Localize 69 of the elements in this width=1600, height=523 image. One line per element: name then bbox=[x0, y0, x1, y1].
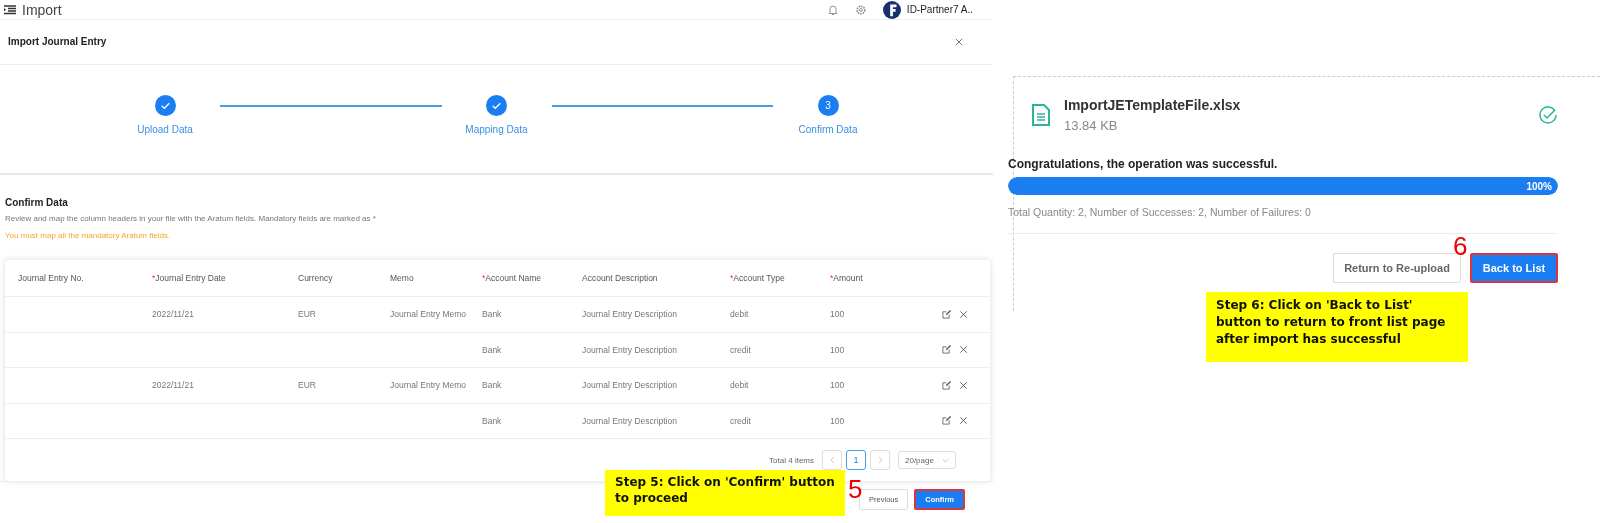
table-cell: debit bbox=[730, 380, 749, 391]
table-cell: 100 bbox=[830, 344, 845, 355]
column-header: Memo bbox=[390, 273, 415, 284]
edit-icon[interactable] bbox=[942, 380, 951, 390]
chevron-right-icon bbox=[877, 456, 883, 465]
table-cell: credit bbox=[730, 344, 751, 355]
step-label: Upload Data bbox=[137, 123, 193, 135]
section-description: Review and map the column headers in your file with the Aratum fields. Mandatory fields are marked as * bbox=[5, 214, 377, 224]
table-cell: Journal Entry Description bbox=[582, 380, 677, 391]
edit-icon[interactable] bbox=[942, 345, 951, 355]
chevron-down-icon bbox=[942, 457, 949, 463]
step-label: Confirm Data bbox=[798, 123, 858, 135]
edit-icon[interactable] bbox=[942, 416, 951, 426]
app-title: Import bbox=[22, 1, 62, 18]
table-cell: 2022/11/21 bbox=[152, 309, 194, 320]
table-cell: Journal Entry Memo bbox=[390, 309, 467, 320]
file-size: 13.84 KB bbox=[1064, 118, 1119, 133]
table-cell: Journal Entry Memo bbox=[390, 380, 467, 391]
table-cell: Bank bbox=[482, 309, 502, 320]
menu-icon[interactable] bbox=[4, 4, 16, 15]
table-cell: Journal Entry Description bbox=[582, 415, 677, 426]
table-cell: Journal Entry Description bbox=[582, 344, 677, 355]
table-cell: EUR bbox=[298, 380, 316, 391]
page-size-select[interactable]: 20/page bbox=[898, 451, 956, 470]
table-cell: 2022/11/21 bbox=[152, 380, 194, 391]
column-header: *Account Type bbox=[730, 273, 786, 284]
step-label: Mapping Data bbox=[465, 123, 528, 135]
step-number: 3 bbox=[817, 94, 839, 116]
success-message: Congratulations, the operation was successful. bbox=[1008, 157, 1279, 171]
delete-icon[interactable] bbox=[959, 345, 968, 355]
table-cell: 100 bbox=[830, 380, 845, 391]
table-cell: credit bbox=[730, 415, 751, 426]
table-cell: Bank bbox=[482, 380, 502, 391]
settings-icon[interactable] bbox=[854, 3, 867, 16]
file-name: ImportJETemplateFile.xlsx bbox=[1064, 97, 1241, 113]
table-cell: Bank bbox=[482, 344, 502, 355]
column-header: *Amount bbox=[830, 273, 864, 284]
delete-icon[interactable] bbox=[959, 416, 968, 426]
delete-icon[interactable] bbox=[959, 309, 968, 319]
page-button[interactable]: 1 bbox=[846, 450, 866, 471]
callout-note: Step 6: Click on 'Back to List' button to return to front list page after import has successful bbox=[1206, 292, 1468, 362]
table-cell: EUR bbox=[298, 309, 316, 320]
user-name[interactable]: ID-Partner7 A.. bbox=[906, 4, 973, 16]
chevron-left-icon bbox=[829, 456, 835, 465]
close-icon[interactable] bbox=[955, 37, 963, 46]
total-items: Total 4 items bbox=[769, 455, 814, 465]
table-cell: 100 bbox=[830, 309, 845, 320]
document-icon bbox=[1032, 103, 1050, 127]
bell-icon[interactable] bbox=[826, 3, 839, 16]
column-header: *Account Name bbox=[482, 273, 543, 284]
delete-icon[interactable] bbox=[959, 380, 968, 390]
progress-percent: 100% bbox=[1526, 180, 1553, 192]
table-cell: Bank bbox=[482, 415, 502, 426]
warning-text: You must map all the mandatory Aratum fields. bbox=[5, 231, 172, 241]
edit-icon[interactable] bbox=[942, 309, 951, 319]
callout-note: Step 5: Click on 'Confirm' button to proceed bbox=[605, 470, 845, 516]
success-check-icon bbox=[1538, 105, 1558, 125]
avatar-icon[interactable] bbox=[882, 0, 901, 19]
table-cell: 100 bbox=[830, 415, 845, 426]
import-summary: Total Quantity: 2, Number of Successes: 2, Number of Failures: 0 bbox=[1008, 206, 1312, 218]
column-header: *Journal Entry Date bbox=[152, 273, 227, 284]
table-cell: Journal Entry Description bbox=[582, 309, 677, 320]
column-header: Account Description bbox=[582, 273, 659, 284]
section-title: Confirm Data bbox=[5, 197, 69, 209]
column-header: Journal Entry No. bbox=[18, 273, 85, 284]
dialog-title: Import Journal Entry bbox=[8, 36, 108, 48]
table-cell: debit bbox=[730, 309, 749, 320]
result-button[interactable]: Back to List bbox=[1470, 253, 1558, 283]
column-header: Currency bbox=[298, 273, 334, 284]
